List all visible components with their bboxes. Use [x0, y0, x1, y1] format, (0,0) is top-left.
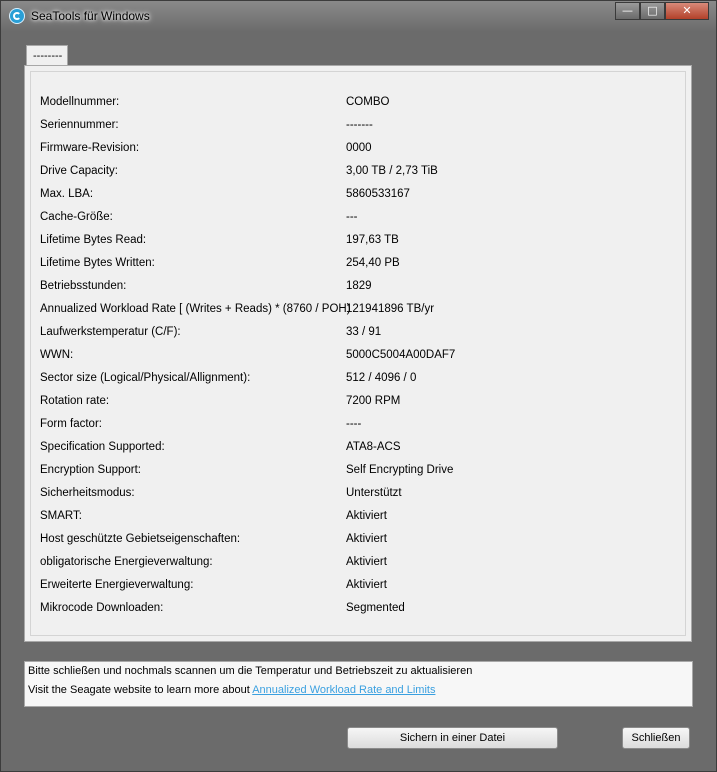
- detail-label: SMART:: [40, 510, 82, 522]
- detail-label: Max. LBA:: [40, 188, 94, 200]
- detail-label: Cache-Größe:: [40, 211, 113, 223]
- detail-value: ATA8-ACS: [346, 441, 401, 453]
- detail-label: Laufwerkstemperatur (C/F):: [40, 326, 181, 338]
- detail-label: Sicherheitsmodus:: [40, 487, 135, 499]
- title-bar[interactable]: SeaTools für Windows — □ ✕: [1, 1, 716, 31]
- save-to-file-button[interactable]: Sichern in einer Datei: [347, 727, 558, 749]
- info-rescan-note: Bitte schließen und nochmals scannen um …: [28, 665, 473, 677]
- detail-label: Seriennummer:: [40, 119, 119, 131]
- detail-label: Betriebsstunden:: [40, 280, 127, 292]
- maximize-icon[interactable]: □: [640, 2, 665, 20]
- detail-value: Aktiviert: [346, 556, 387, 568]
- detail-value: 1829: [346, 280, 372, 292]
- window-title: SeaTools für Windows: [31, 9, 150, 23]
- window-controls: — □ ✕: [615, 2, 709, 20]
- detail-value: ----: [346, 418, 362, 430]
- detail-value: Self Encrypting Drive: [346, 464, 454, 476]
- detail-value: Aktiviert: [346, 510, 387, 522]
- detail-label: Modellnummer:: [40, 96, 120, 108]
- detail-value: Aktiviert: [346, 579, 387, 591]
- detail-value: 254,40 PB: [346, 257, 400, 269]
- info-website-line: Visit the Seagate website to learn more …: [28, 684, 435, 696]
- detail-label: obligatorische Energieverwaltung:: [40, 556, 213, 568]
- seatools-window: SeaTools für Windows — □ ✕ -------- Mode…: [0, 0, 717, 772]
- minimize-icon[interactable]: —: [615, 2, 640, 20]
- detail-value: 121941896 TB/yr: [346, 303, 435, 315]
- close-button[interactable]: Schließen: [622, 727, 690, 749]
- detail-label: Rotation rate:: [40, 395, 110, 407]
- drive-details-inner: Modellnummer: COMBO Seriennummer: ------- Fi…: [30, 71, 686, 636]
- detail-label: WWN:: [40, 349, 74, 361]
- detail-label: Annualized Workload Rate [ (Writes + Rea…: [40, 303, 351, 315]
- detail-value: 5860533167: [346, 188, 410, 200]
- detail-label: Sector size (Logical/Physical/Allignment…: [40, 372, 251, 384]
- detail-label: Lifetime Bytes Read:: [40, 234, 147, 246]
- close-icon[interactable]: ✕: [665, 2, 709, 20]
- detail-value: 5000C5004A00DAF7: [346, 349, 456, 361]
- detail-label: Mikrocode Downloaden:: [40, 602, 164, 614]
- seatools-app-icon: [9, 8, 25, 24]
- workload-rate-link[interactable]: Annualized Workload Rate and Limits: [252, 684, 435, 696]
- detail-value: 0000: [346, 142, 372, 154]
- detail-label: Host geschützte Gebietseigenschaften:: [40, 533, 241, 545]
- detail-value: ---: [346, 211, 358, 223]
- detail-value: Unterstützt: [346, 487, 402, 499]
- info-box: Bitte schließen und nochmals scannen um …: [24, 661, 693, 707]
- info-website-text: Visit the Seagate website to learn more …: [28, 684, 253, 696]
- detail-value: 7200 RPM: [346, 395, 401, 407]
- detail-value: Aktiviert: [346, 533, 387, 545]
- detail-label: Encryption Support:: [40, 464, 142, 476]
- detail-label: Specification Supported:: [40, 441, 165, 453]
- drive-details-panel: Modellnummer: COMBO Seriennummer: ------- Fi…: [24, 65, 692, 642]
- detail-value: COMBO: [346, 96, 390, 108]
- detail-label: Firmware-Revision:: [40, 142, 140, 154]
- detail-label: Drive Capacity:: [40, 165, 118, 177]
- detail-value: 197,63 TB: [346, 234, 399, 246]
- detail-label: Form factor:: [40, 418, 102, 430]
- detail-value: 33 / 91: [346, 326, 382, 338]
- detail-value: -------: [346, 119, 373, 131]
- detail-label: Erweiterte Energieverwaltung:: [40, 579, 194, 591]
- detail-label: Lifetime Bytes Written:: [40, 257, 155, 269]
- detail-value: Segmented: [346, 602, 405, 614]
- detail-value: 3,00 TB / 2,73 TiB: [346, 165, 438, 177]
- drive-tab[interactable]: --------: [26, 45, 68, 66]
- detail-value: 512 / 4096 / 0: [346, 372, 417, 384]
